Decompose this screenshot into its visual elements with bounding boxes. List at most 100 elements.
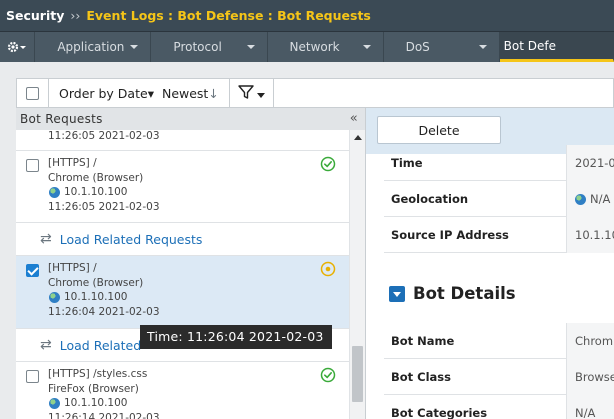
tab-bot-defense[interactable]: Bot Defe (499, 32, 614, 62)
swap-arrows-icon: ⇄ (40, 337, 52, 353)
load-related-label: Load Related Requests (59, 231, 203, 247)
tab-bot-defense-label: Bot Defe (503, 38, 556, 53)
sort-direction-label[interactable]: Newest (162, 86, 208, 101)
load-related-label: Load Related (59, 337, 142, 353)
request-details-panel: Delete Time 2021-0 Geolocation N/A Sourc… (366, 108, 614, 419)
detail-value: Browse (566, 359, 614, 395)
breadcrumb-path[interactable]: Event Logs : Bot Defense : Bot Requests (86, 8, 371, 23)
request-info: [HTTPS] / Chrome (Browser) 10.1.10.100 1… (48, 156, 160, 214)
caret-down-icon: ▾ (147, 85, 154, 101)
request-ip: 10.1.10.100 (64, 397, 128, 409)
request-path: [HTTPS] / (48, 262, 97, 274)
globe-icon (575, 193, 586, 205)
detail-value: N/A (590, 192, 611, 206)
load-related-requests-link[interactable]: ⇄ Load Related Requests (16, 222, 350, 255)
swap-arrows-icon: ⇄ (40, 231, 52, 247)
filter-button[interactable] (230, 79, 274, 107)
detail-key: Source IP Address (391, 228, 509, 242)
request-time: 11:26:05 2021-02-03 (48, 200, 160, 213)
app-root: Security ›› Event Logs : Bot Defense : B… (0, 0, 614, 419)
tab-spacer (0, 62, 614, 78)
pending-circle-icon (320, 261, 336, 281)
request-info: [HTTPS] /styles.css FireFox (Browser) 10… (48, 367, 160, 419)
chevron-down-icon (362, 45, 371, 49)
detail-row-bot-name: Bot Name Chrom (384, 323, 614, 359)
tab-network[interactable]: Network (268, 32, 384, 62)
detail-value: N/A (566, 395, 614, 419)
detail-value-geo: N/A (566, 181, 614, 217)
caret-down-icon (256, 84, 265, 103)
request-info: [HTTPS] / Chrome (Browser) 10.1.10.100 1… (48, 261, 160, 319)
request-ip: 10.1.10.100 (64, 186, 128, 198)
request-browser: FireFox (Browser) (48, 382, 139, 395)
detail-row-time: Time 2021-0 (384, 145, 614, 181)
settings-menu-button[interactable] (0, 32, 36, 62)
bot-details-section-toggle[interactable]: Bot Details (389, 284, 516, 303)
chevron-down-icon (478, 45, 487, 49)
scroll-up-icon[interactable] (354, 135, 362, 140)
request-path: [HTTPS] /styles.css (48, 368, 148, 380)
detail-row-geolocation: Geolocation N/A (384, 181, 614, 217)
detail-row-bot-categories: Bot Categories N/A (384, 395, 614, 419)
detail-key: Bot Name (391, 334, 455, 348)
row-checkbox[interactable] (26, 264, 39, 277)
list-item[interactable]: [HTTPS] / Chrome (Browser) 10.1.10.100 1… (16, 150, 350, 217)
bot-requests-panel: Bot Requests « 11:26:05 2021-02-03 [HTTP… (16, 108, 366, 419)
request-browser: Chrome (Browser) (48, 276, 144, 289)
request-ip: 10.1.10.100 (64, 291, 128, 303)
expand-section-icon[interactable] (389, 285, 405, 302)
filter-icon (238, 84, 254, 103)
detail-value: Chrom (566, 323, 614, 359)
section-title: Bot Details (413, 284, 516, 303)
row-checkbox[interactable] (26, 159, 39, 172)
panel-title: Bot Requests « (16, 108, 365, 130)
list-scrollbar[interactable] (349, 130, 365, 419)
detail-value: 2021-0 (566, 145, 614, 181)
tab-application-label: Application (57, 40, 125, 54)
globe-icon (49, 186, 60, 198)
detail-row-bot-class: Bot Class Browse (384, 359, 614, 395)
arrow-down-icon: ↓ (208, 85, 219, 101)
detail-key: Bot Categories (391, 406, 488, 419)
tab-dos[interactable]: DoS (384, 32, 500, 62)
detail-key: Bot Class (391, 370, 451, 384)
globe-icon (49, 397, 60, 409)
collapse-panel-button[interactable]: « (350, 108, 358, 130)
request-time: 11:26:14 2021-02-03 (48, 411, 160, 419)
tab-application[interactable]: Application (35, 32, 152, 62)
check-circle-icon (320, 367, 336, 387)
panel-title-text: Bot Requests (20, 112, 103, 126)
order-dropdown[interactable]: Order by Date ▾ Newest ↓ (49, 79, 230, 107)
select-all-cell (17, 79, 49, 107)
scroll-thumb[interactable] (352, 346, 363, 402)
detail-key: Geolocation (391, 192, 469, 206)
list-item[interactable]: [HTTPS] /styles.css FireFox (Browser) 10… (16, 361, 350, 419)
list-toolbar: Order by Date ▾ Newest ↓ (16, 78, 614, 108)
time-tooltip: Time: 11:26:04 2021-02-03 (140, 325, 332, 349)
globe-icon (49, 291, 60, 303)
tab-protocol-label: Protocol (173, 40, 222, 54)
main-tab-bar: Application Protocol Network DoS Bot Def… (0, 32, 614, 62)
list-item-selected[interactable]: [HTTPS] / Chrome (Browser) 10.1.10.100 1… (16, 255, 350, 328)
request-browser: Chrome (Browser) (48, 171, 144, 184)
detail-value: 10.1.10 (566, 217, 614, 253)
tab-protocol[interactable]: Protocol (151, 32, 268, 62)
order-label: Order by Date (59, 85, 148, 101)
detail-row-source-ip: Source IP Address 10.1.10 (384, 217, 614, 253)
request-time: 11:26:04 2021-02-03 (48, 305, 160, 318)
list-item-partial-time: 11:26:05 2021-02-03 (48, 130, 160, 142)
breadcrumb-separator: ›› (70, 8, 81, 23)
row-checkbox[interactable] (26, 370, 39, 383)
breadcrumb-bar: Security ›› Event Logs : Bot Defense : B… (0, 0, 614, 32)
detail-key: Time (391, 156, 423, 170)
delete-button[interactable]: Delete (377, 116, 501, 144)
check-circle-icon (320, 156, 336, 176)
tab-dos-label: DoS (405, 40, 430, 54)
chevron-down-icon (246, 45, 255, 49)
request-path: [HTTPS] / (48, 157, 97, 169)
chevron-down-icon (130, 45, 139, 49)
gear-icon (7, 40, 27, 54)
tab-network-label: Network (289, 40, 340, 54)
select-all-checkbox[interactable] (26, 86, 39, 100)
breadcrumb-section[interactable]: Security (6, 8, 64, 23)
